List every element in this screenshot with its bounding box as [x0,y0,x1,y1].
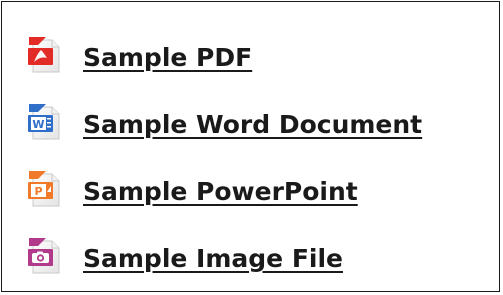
file-item-image[interactable]: Sample Image File [24,223,422,290]
image-file-icon[interactable] [24,237,64,277]
file-list-panel: Sample PDF W Sample Word Document P Samp… [1,1,500,292]
powerpoint-file-icon[interactable]: P [24,170,64,210]
file-item-powerpoint[interactable]: P Sample PowerPoint [24,156,422,223]
file-item-pdf[interactable]: Sample PDF [24,22,422,89]
file-link-label[interactable]: Sample PDF [83,43,252,72]
pdf-file-icon[interactable] [24,36,64,76]
file-link-label[interactable]: Sample Image File [83,244,343,273]
svg-text:P: P [34,185,42,198]
file-link-label[interactable]: Sample Word Document [83,110,422,139]
word-file-icon[interactable]: W [24,103,64,143]
file-list: Sample PDF W Sample Word Document P Samp… [24,22,422,290]
file-item-word[interactable]: W Sample Word Document [24,89,422,156]
svg-text:W: W [32,118,44,131]
file-link-label[interactable]: Sample PowerPoint [83,177,358,206]
